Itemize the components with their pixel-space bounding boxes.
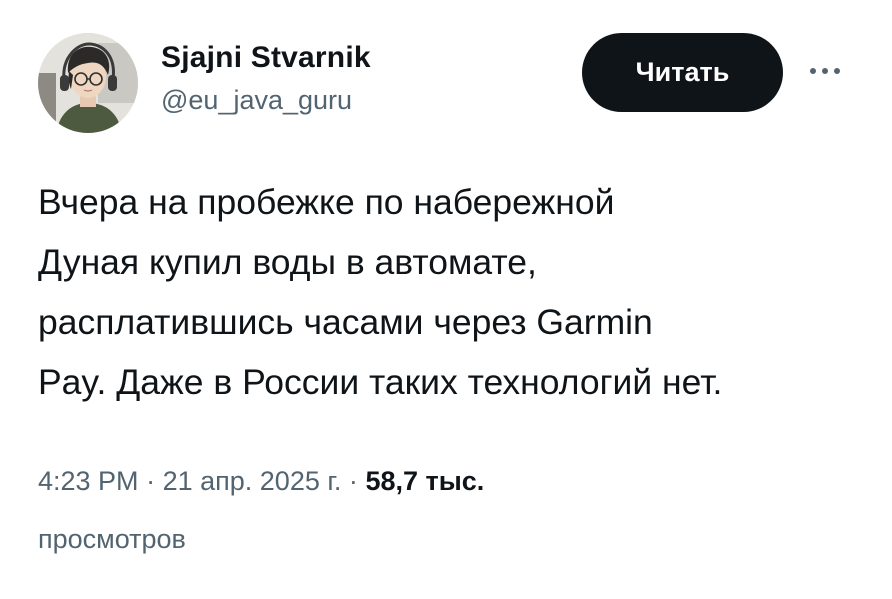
views-label[interactable]: просмотров [38,510,868,568]
more-dot [822,68,828,74]
tweet-text-line: Вчера на пробежке по набережной [38,182,615,222]
tweet-text: Вчера на пробежке по набережной Дуная ку… [38,172,868,412]
author-info: Sjajni Stvarnik @eu_java_guru [161,40,371,116]
avatar-image [38,33,138,133]
more-dot [810,68,816,74]
views-count[interactable]: 58,7 тыс. [365,466,484,496]
tweet-time[interactable]: 4:23 PM [38,466,139,496]
meta-separator: · [348,466,358,496]
tweet-text-line: Pay. Даже в России таких технологий нет. [38,362,723,402]
author-handle[interactable]: @eu_java_guru [161,84,371,116]
author-display-name[interactable]: Sjajni Stvarnik [161,40,371,76]
meta-separator: · [146,466,156,496]
tweet-date[interactable]: 21 апр. 2025 г. [163,466,342,496]
more-options-icon[interactable] [802,56,848,86]
follow-button[interactable]: Читать [582,33,783,112]
tweet-meta: 4:23 PM · 21 апр. 2025 г. · 58,7 тыс. пр… [38,452,868,568]
tweet-meta-row: 4:23 PM · 21 апр. 2025 г. · 58,7 тыс. [38,452,868,510]
tweet-text-line: расплатившись часами через Garmin [38,302,653,342]
tweet-card: Sjajni Stvarnik @eu_java_guru Читать Вче… [0,0,892,599]
more-dot [834,68,840,74]
avatar[interactable] [38,33,138,133]
tweet-text-line: Дуная купил воды в автомате, [38,242,537,282]
